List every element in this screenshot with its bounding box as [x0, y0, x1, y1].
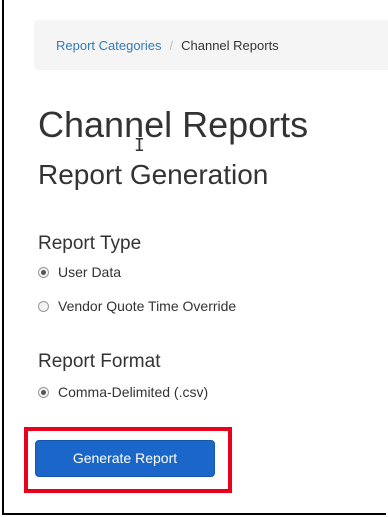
- radio-vendor-quote-time-override[interactable]: Vendor Quote Time Override: [38, 298, 236, 314]
- radio-label-user-data: User Data: [58, 264, 122, 280]
- radio-button-checked-icon[interactable]: [38, 266, 49, 278]
- breadcrumb-separator: /: [169, 37, 174, 53]
- generate-report-button[interactable]: Generate Report: [35, 440, 215, 477]
- report-page: Report Categories / Channel Reports Chan…: [2, 0, 388, 515]
- breadcrumb: Report Categories / Channel Reports: [34, 20, 388, 70]
- page-subtitle: Report Generation: [38, 159, 269, 190]
- radio-button-checked-icon[interactable]: [38, 386, 49, 398]
- radio-label-vendor-quote-time-override: Vendor Quote Time Override: [58, 298, 237, 314]
- radio-button-unchecked-icon[interactable]: [38, 300, 49, 312]
- breadcrumb-current-channel-reports: Channel Reports: [181, 37, 279, 53]
- radio-label-comma-delimited-csv: Comma-Delimited (.csv): [58, 384, 209, 400]
- report-type-label: Report Type: [38, 233, 142, 254]
- report-format-label: Report Format: [38, 351, 161, 372]
- radio-user-data[interactable]: User Data: [38, 264, 121, 280]
- page-title: Channel Reports: [38, 104, 309, 145]
- breadcrumb-link-report-categories[interactable]: Report Categories: [56, 38, 162, 53]
- radio-comma-delimited-csv[interactable]: Comma-Delimited (.csv): [38, 384, 208, 400]
- text-cursor-icon: I: [134, 135, 145, 156]
